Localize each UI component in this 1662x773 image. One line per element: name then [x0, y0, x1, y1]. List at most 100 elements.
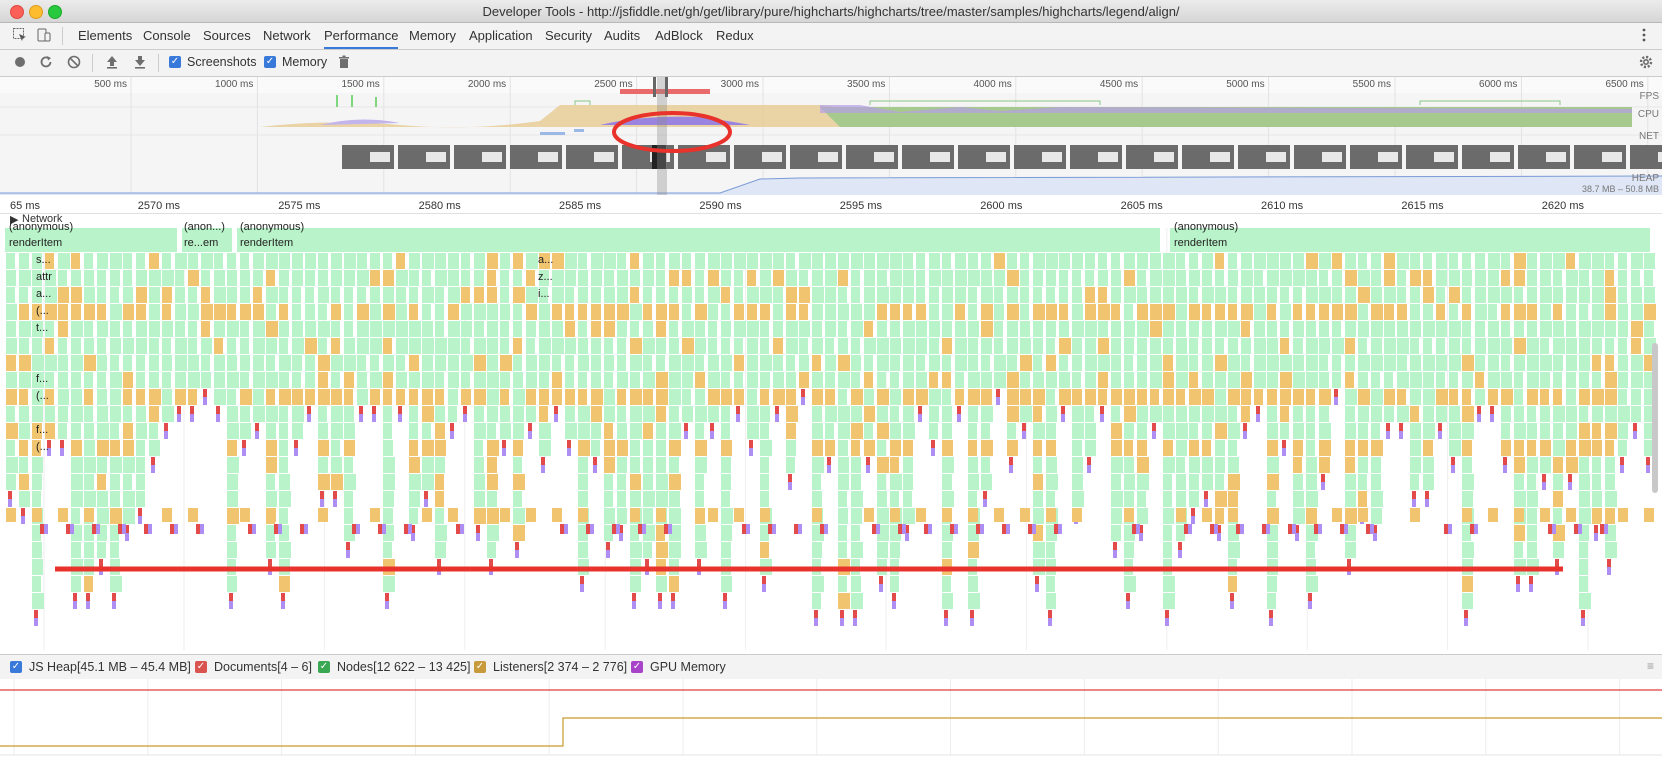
- overview-tick-label: 5500 ms: [1353, 79, 1391, 90]
- frame-label: i...: [538, 288, 550, 300]
- main-tick-label: 2600 ms: [980, 200, 1023, 212]
- overview-tick-label: 3000 ms: [721, 79, 759, 90]
- overview-tick-label: 6500 ms: [1605, 79, 1643, 90]
- cpu-track-label: CPU: [1637, 109, 1659, 120]
- overview-tick-label: 500 ms: [94, 79, 127, 90]
- frame-label: renderItem: [240, 237, 294, 249]
- tab-audits[interactable]: Audits: [604, 23, 640, 49]
- main-tick-label: 65 ms: [10, 200, 40, 212]
- tab-memory[interactable]: Memory: [409, 23, 456, 49]
- memory-counters-legend: ✓ JS Heap[45.1 MB – 45.4 MB] ✓ Documents…: [0, 654, 1662, 680]
- window-title-bar: Developer Tools - http://jsfiddle.net/gh…: [0, 0, 1662, 23]
- drag-handle-icon[interactable]: ≡: [1647, 659, 1654, 673]
- frame-label: z...: [538, 271, 553, 283]
- documents-label: Documents[4 – 6]: [214, 660, 312, 674]
- clear-icon[interactable]: [66, 54, 82, 70]
- frame-label: (...: [36, 390, 49, 402]
- gpu-memory-checkbox[interactable]: ✓: [631, 661, 643, 673]
- tab-separator: [62, 27, 63, 45]
- main-tick-label: 2585 ms: [559, 200, 602, 212]
- screenshots-label: Screenshots: [187, 55, 257, 69]
- tab-performance[interactable]: Performance: [324, 23, 399, 49]
- frame-label: (...: [36, 305, 49, 317]
- heap-range: 38.7 MB – 50.8 MB: [1581, 184, 1659, 194]
- toolbar-separator: [92, 54, 93, 72]
- reload-record-icon[interactable]: [38, 54, 54, 70]
- memory-counter-graph: [0, 679, 1662, 773]
- flame-chart[interactable]: (anonymous) (anon...) (anonymous) (anony…: [0, 221, 1662, 650]
- frame-label: renderItem: [1174, 237, 1228, 249]
- memory-checkbox[interactable]: ✓: [264, 56, 276, 68]
- tab-elements[interactable]: Elements: [78, 23, 132, 49]
- memory-label: Memory: [282, 55, 328, 69]
- documents-checkbox[interactable]: ✓: [195, 661, 207, 673]
- gpu-memory-label: GPU Memory: [650, 660, 726, 674]
- overview-tick-label: 4500 ms: [1100, 79, 1138, 90]
- more-options-icon[interactable]: [1636, 27, 1652, 43]
- frame-label: (anonymous): [1174, 221, 1239, 233]
- performance-toolbar: ✓ Screenshots ✓ Memory: [0, 50, 1662, 77]
- main-tick-label: 2570 ms: [138, 200, 181, 212]
- overview-tick-label: 4000 ms: [973, 79, 1011, 90]
- tab-console[interactable]: Console: [143, 23, 191, 49]
- js-heap-label: JS Heap[45.1 MB – 45.4 MB]: [29, 660, 191, 674]
- device-toolbar-icon[interactable]: [36, 27, 52, 43]
- tab-sources[interactable]: Sources: [203, 23, 251, 49]
- frame-label: a...: [36, 288, 52, 300]
- frame-label: renderItem: [9, 237, 63, 249]
- overview-tick-label: 2500 ms: [594, 79, 632, 90]
- frame-label: attr: [36, 271, 52, 283]
- screenshot-thumbnail[interactable]: [1630, 145, 1662, 169]
- main-time-ruler: 65 ms 2570 ms 2575 ms 2580 ms 2585 ms 2590 ms…: [0, 196, 1662, 214]
- js-heap-checkbox[interactable]: ✓: [10, 661, 22, 673]
- inspect-element-icon[interactable]: [12, 27, 28, 43]
- main-tick-label: 2605 ms: [1121, 200, 1164, 212]
- frame-label: (anon...): [184, 221, 225, 233]
- record-icon[interactable]: [12, 54, 28, 70]
- tab-redux[interactable]: Redux: [716, 23, 754, 49]
- frame-label: s...: [36, 254, 51, 266]
- listeners-checkbox[interactable]: ✓: [474, 661, 486, 673]
- tab-application[interactable]: Application: [469, 23, 533, 49]
- tab-security[interactable]: Security: [545, 23, 592, 49]
- load-profile-icon[interactable]: [104, 54, 120, 70]
- main-tick-label: 2580 ms: [419, 200, 462, 212]
- tab-network[interactable]: Network: [263, 23, 311, 49]
- nodes-checkbox[interactable]: ✓: [318, 661, 330, 673]
- overview-tick-label: 3500 ms: [847, 79, 885, 90]
- main-tick-label: 2595 ms: [840, 200, 883, 212]
- capture-settings-gear-icon[interactable]: [1638, 54, 1654, 70]
- tab-adblock[interactable]: AdBlock: [655, 23, 703, 49]
- flame-scrollbar[interactable]: [1652, 343, 1658, 493]
- toolbar-separator-2: [158, 54, 159, 72]
- nodes-label: Nodes[12 622 – 13 425]: [337, 660, 471, 674]
- main-tick-label: 2575 ms: [278, 200, 321, 212]
- overview-tick-label: 2000 ms: [468, 79, 506, 90]
- timeline-overview[interactable]: 500 ms 1000 ms 1500 ms 2000 ms 2500 ms 3000 m…: [0, 77, 1662, 195]
- main-tick-label: 2590 ms: [699, 200, 742, 212]
- frame-label: (anonymous): [9, 221, 74, 233]
- frame-label: f...: [36, 424, 49, 436]
- window-title: Developer Tools - http://jsfiddle.net/gh…: [482, 4, 1180, 19]
- frame-label: (anonymous): [240, 221, 305, 233]
- overview-tick-label: 5000 ms: [1226, 79, 1264, 90]
- listeners-label: Listeners[2 374 – 2 776]: [493, 660, 628, 674]
- save-profile-icon[interactable]: [132, 54, 148, 70]
- overview-tick-label: 1000 ms: [215, 79, 253, 90]
- main-tick-label: 2610 ms: [1261, 200, 1304, 212]
- overview-tick-label: 1500 ms: [341, 79, 379, 90]
- frame-label: t...: [36, 322, 49, 334]
- trash-icon[interactable]: [336, 54, 352, 70]
- screenshots-checkbox[interactable]: ✓: [169, 56, 181, 68]
- main-tick-label: 2620 ms: [1542, 200, 1585, 212]
- main-tick-label: 2615 ms: [1401, 200, 1444, 212]
- frame-label: (...: [36, 441, 49, 453]
- frame-label: f...: [36, 373, 49, 385]
- frame-label: a...: [538, 254, 554, 266]
- frame-label: re...em: [184, 237, 219, 249]
- fps-track-label: FPS: [1639, 91, 1659, 102]
- heap-track-label: HEAP: [1631, 173, 1659, 184]
- overview-tick-label: 6000 ms: [1479, 79, 1517, 90]
- net-track-label: NET: [1639, 131, 1659, 142]
- devtools-tab-bar: Elements Console Sources Network Perform…: [0, 23, 1662, 50]
